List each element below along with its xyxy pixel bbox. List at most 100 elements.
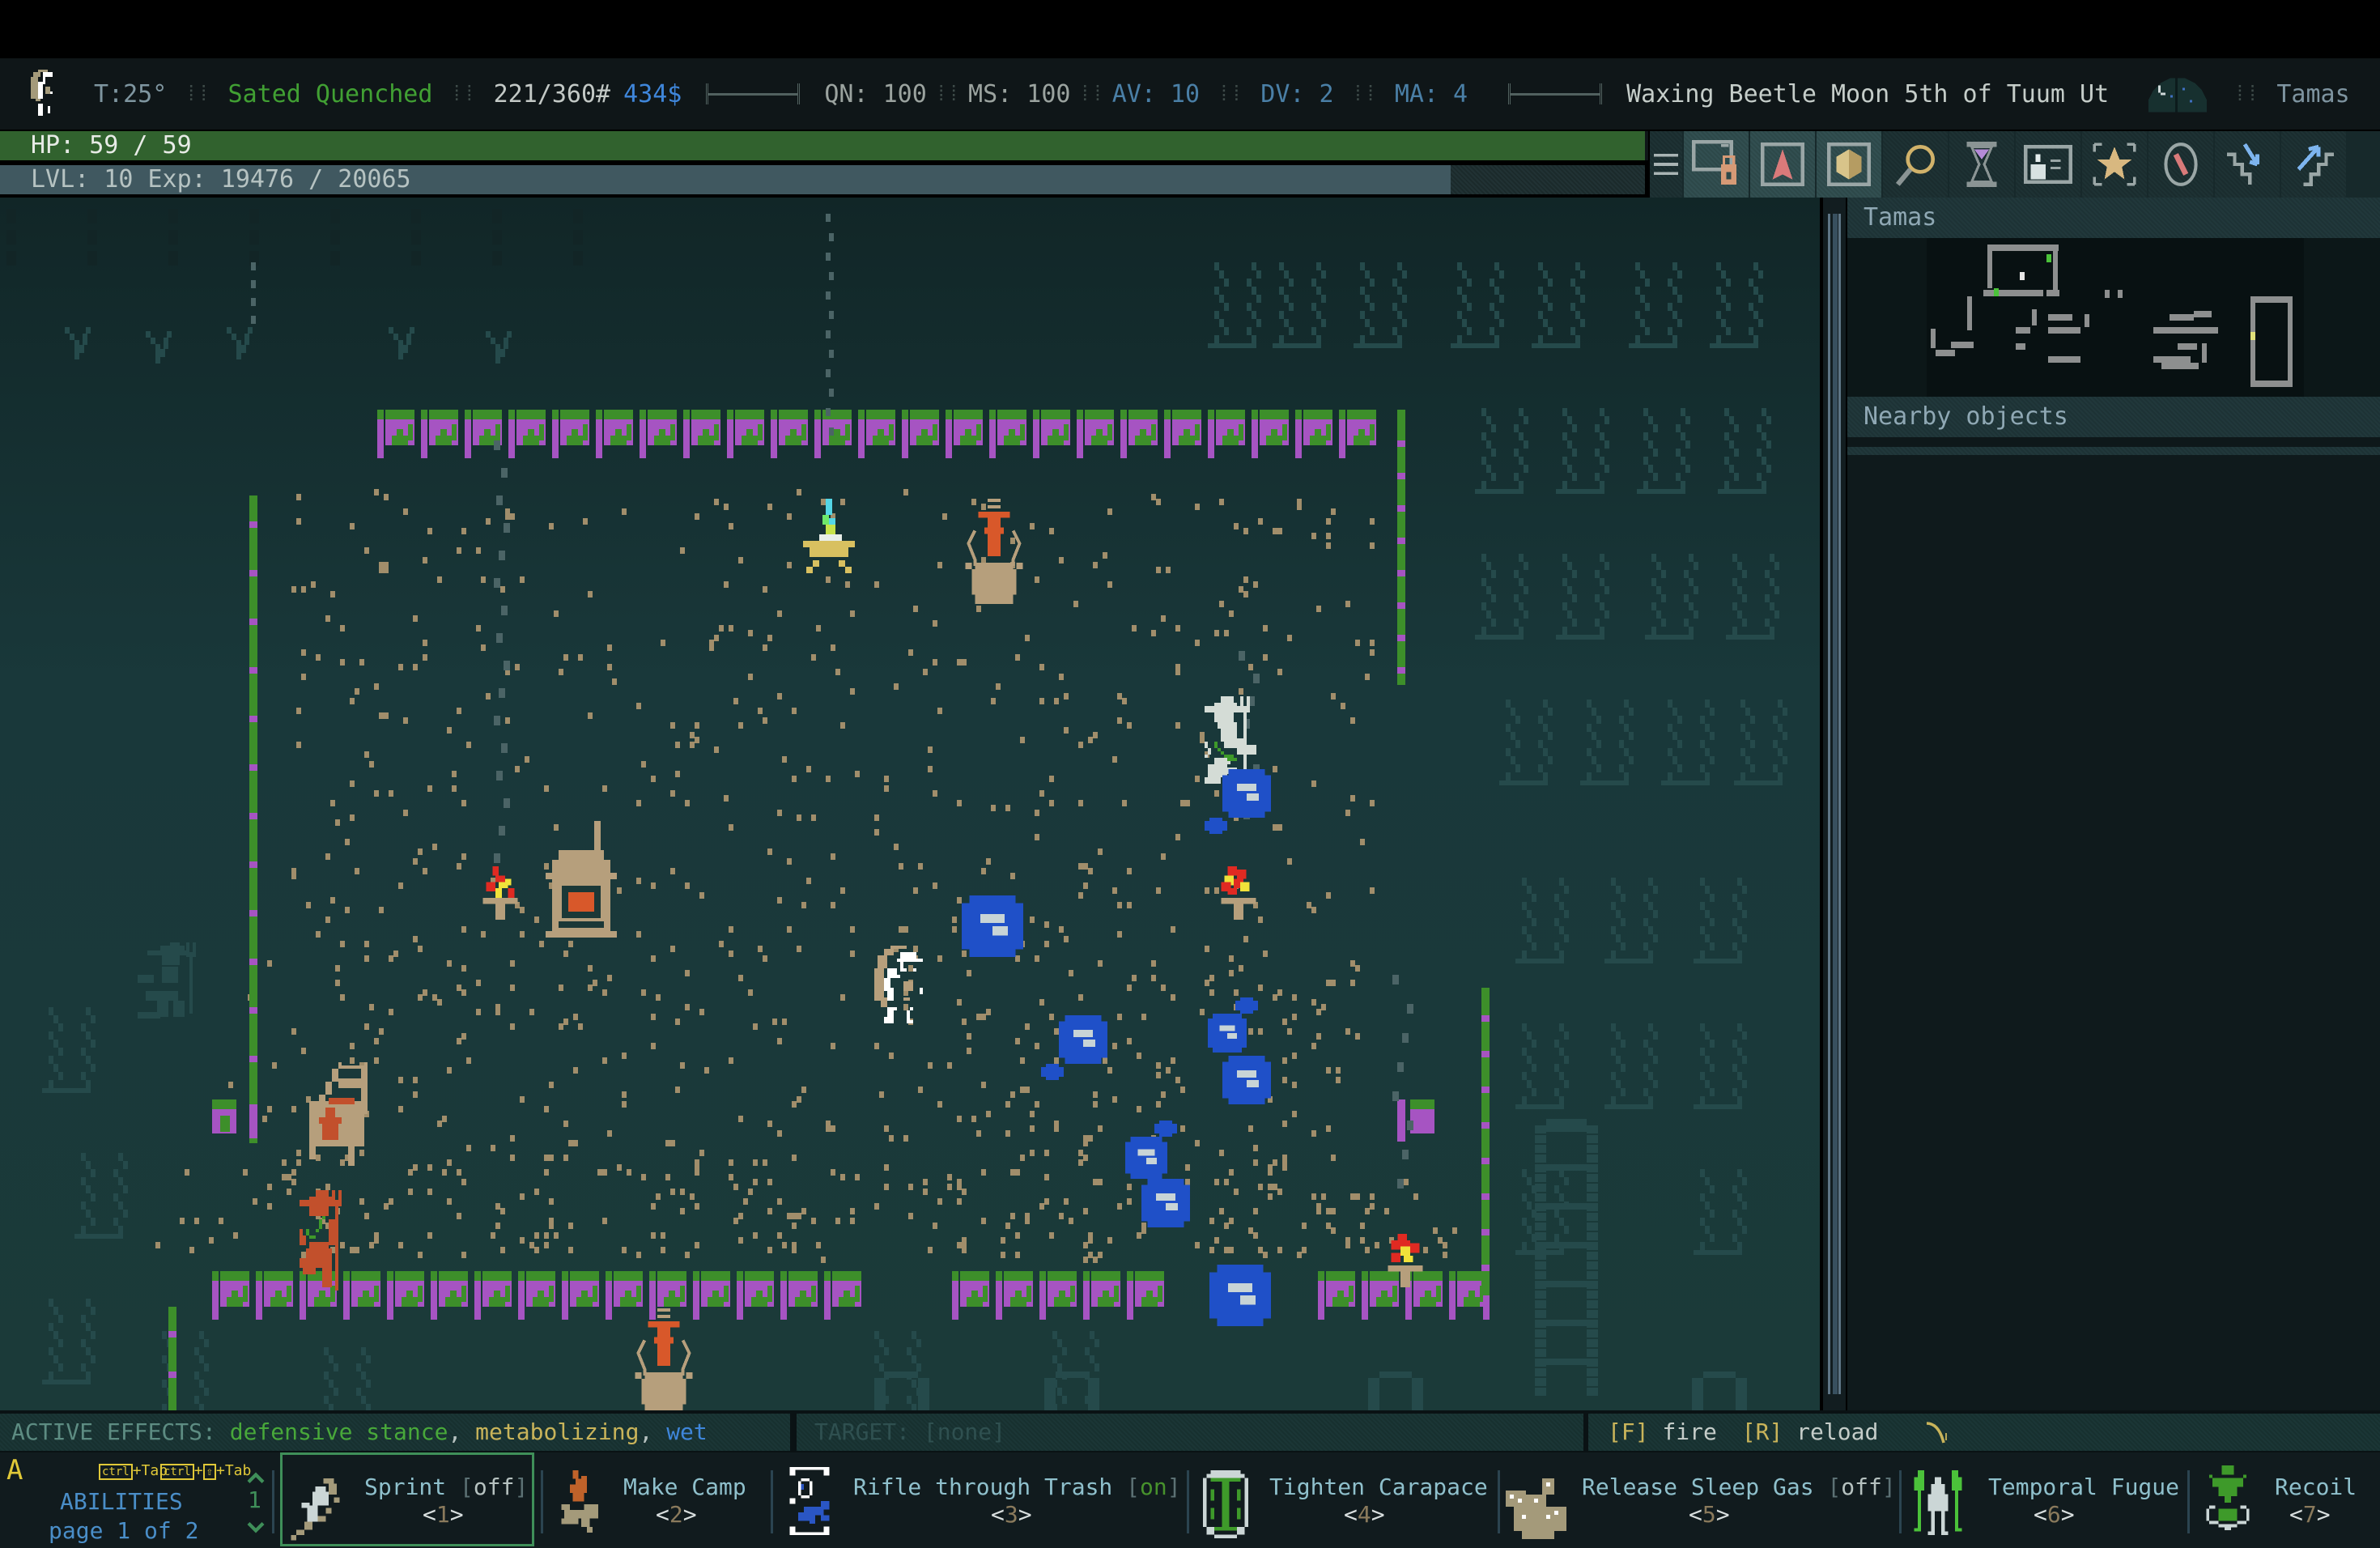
top-black-band — [0, 0, 2380, 58]
separator: ⁞⁞ — [934, 81, 961, 106]
nearby-objects-header[interactable]: Nearby objects — [1847, 397, 2380, 437]
status-spacer-bar — [1508, 83, 1603, 104]
minimap-title: Tamas — [1864, 203, 1937, 232]
abilities-title: ABILITIES — [60, 1488, 183, 1515]
ability-label: Release Sleep Gas [off] — [1582, 1474, 1896, 1500]
abilities-page-label: page 1 of 2 — [49, 1517, 199, 1544]
active-effects-label: ACTIVE EFFECTS: — [11, 1418, 216, 1445]
minimap[interactable] — [1847, 238, 2380, 397]
shortcut-next-page[interactable]: ctrl +Tab — [99, 1462, 168, 1480]
puddle-highlight — [1240, 1295, 1256, 1305]
hexagon-shield-icon — [1826, 142, 1872, 187]
hotkey-number: 1 — [436, 1501, 450, 1528]
quests-button[interactable] — [2082, 131, 2147, 198]
hotkey-number: 7 — [2302, 1501, 2317, 1528]
ability-hotkey: <4> — [1344, 1501, 1385, 1528]
page-down-chevron-icon[interactable] — [246, 1520, 266, 1533]
separator: ⁞⁞ — [1078, 81, 1104, 106]
puddle — [1159, 1121, 1172, 1137]
puddle — [1240, 997, 1253, 1014]
effect-defensive-stance[interactable]: defensive stance — [230, 1418, 448, 1445]
ability-slot-make-camp[interactable]: Make Camp <2> — [541, 1452, 767, 1548]
look-button[interactable] — [1883, 131, 1948, 198]
xp-label: LVL: 10 Exp: 19476 / 20065 — [31, 165, 411, 194]
hunger-thirst-status: Sated Quenched — [227, 79, 433, 108]
divider — [1498, 1470, 1500, 1533]
fire-key[interactable]: [F] — [1608, 1418, 1649, 1445]
armor-value-stat: AV: 10 — [1111, 79, 1201, 108]
divider — [541, 1470, 543, 1533]
ability-slot-tighten-carapace[interactable]: Tighten Carapace <4> — [1187, 1452, 1514, 1548]
effects-row: ACTIVE EFFECTS: defensive stance, metabo… — [0, 1410, 2380, 1452]
campfire-icon — [561, 1470, 598, 1533]
bow-weapon-icon — [1927, 1422, 1948, 1444]
message-log-panel[interactable] — [1847, 455, 2380, 1410]
puddle — [1209, 818, 1222, 834]
status-spacer-bar — [706, 83, 801, 104]
inventory-lock-button[interactable] — [1684, 131, 1749, 198]
map-button[interactable] — [2148, 131, 2213, 198]
target-label: TARGET: [none] — [814, 1418, 1006, 1445]
ability-slot-recoil[interactable]: Recoil <7> — [2187, 1452, 2380, 1548]
id-card-icon — [2023, 144, 2073, 185]
water-puddles-layer — [0, 198, 1820, 1410]
puddle-highlight — [980, 913, 1005, 924]
dodge-value-stat: DV: 2 — [1260, 79, 1334, 108]
hotkey-number: 4 — [1357, 1501, 1371, 1528]
reload-label[interactable]: reload — [1796, 1418, 1878, 1445]
ability-label: Sprint [off] — [364, 1474, 528, 1500]
separator: ⁞⁞ — [185, 81, 210, 106]
page-up-chevron-icon[interactable] — [246, 1472, 266, 1485]
carapace-icon — [1203, 1470, 1248, 1538]
active-effects-panel: ACTIVE EFFECTS: defensive stance, metabo… — [0, 1414, 790, 1451]
descend-button[interactable] — [2215, 131, 2280, 198]
puddle-highlight — [1247, 1080, 1259, 1087]
status-bar: T:25° ⁞⁞ Sated Quenched ⁞⁞ 221/360# 434$… — [0, 58, 2380, 130]
character-button[interactable] — [1750, 131, 1815, 198]
abilities-pager: A ctrl +Tab ctrl + ⇧ +Tab ABILITIES page 1 o… — [0, 1452, 275, 1548]
separator: ⁞⁞ — [1351, 81, 1377, 106]
hotkey-number: 6 — [2046, 1501, 2061, 1528]
game-map[interactable] — [0, 198, 1820, 1410]
window-lock-icon — [1691, 139, 1736, 185]
ability-label: Rifle through Trash [on] — [853, 1474, 1181, 1500]
ability-slot-temporal-fugue[interactable]: Temporal Fugue <6> — [1899, 1452, 2186, 1548]
equipment-button[interactable] — [1817, 131, 1881, 198]
ability-toggle: [on] — [1126, 1474, 1181, 1500]
abilities-bar: A ctrl +Tab ctrl + ⇧ +Tab ABILITIES page 1 o… — [0, 1452, 2380, 1548]
puddle-highlight — [1137, 1149, 1155, 1156]
splitter-rail — [1833, 214, 1838, 1394]
gas-cloud-icon — [1506, 1478, 1566, 1539]
running-figure-icon — [291, 1478, 340, 1541]
wait-button[interactable] — [1949, 131, 2014, 198]
reload-key[interactable]: [R] — [1742, 1418, 1783, 1445]
panel-splitter[interactable] — [1823, 198, 1846, 1410]
journal-button[interactable] — [2016, 131, 2080, 198]
ability-name: Release Sleep Gas — [1582, 1474, 1814, 1500]
hourglass-icon — [1966, 142, 1997, 187]
menu-button[interactable] — [1650, 131, 1682, 198]
player-portrait-icon[interactable] — [31, 69, 70, 119]
ascend-button[interactable] — [2281, 131, 2346, 198]
ability-name: Tighten Carapace — [1269, 1474, 1488, 1500]
ability-mode-letter: A — [6, 1454, 23, 1486]
ability-slot-release-sleep-gas[interactable]: Release Sleep Gas [off] <5> — [1498, 1452, 1899, 1548]
puddle-highlight — [1156, 1193, 1175, 1201]
shortcut-prev-page[interactable]: ctrl + ⇧ +Tab — [160, 1462, 251, 1480]
hotkey-number: 2 — [669, 1501, 683, 1528]
minimap-header[interactable]: Tamas — [1847, 198, 2380, 238]
effect-metabolizing[interactable]: metabolizing — [475, 1418, 639, 1445]
puddle-highlight — [1237, 784, 1256, 791]
rifle-trash-icon — [789, 1467, 830, 1535]
ability-name: Recoil — [2275, 1474, 2357, 1500]
fire-label[interactable]: fire — [1662, 1418, 1716, 1445]
ability-slot-rifle-through-trash[interactable]: Rifle through Trash [on] <3> — [771, 1452, 1185, 1548]
xp-bar: LVL: 10 Exp: 19476 / 20065 — [0, 165, 1451, 194]
hp-label: HP: 59 / 59 — [31, 131, 192, 159]
ability-slot-sprint[interactable]: Sprint [off] <1> — [280, 1452, 534, 1548]
puddle-highlight — [1227, 1282, 1253, 1293]
puddle-highlight — [1083, 1040, 1095, 1047]
divider — [272, 1470, 274, 1533]
ability-hotkey: <1> — [423, 1501, 464, 1528]
effect-wet[interactable]: wet — [666, 1418, 708, 1445]
